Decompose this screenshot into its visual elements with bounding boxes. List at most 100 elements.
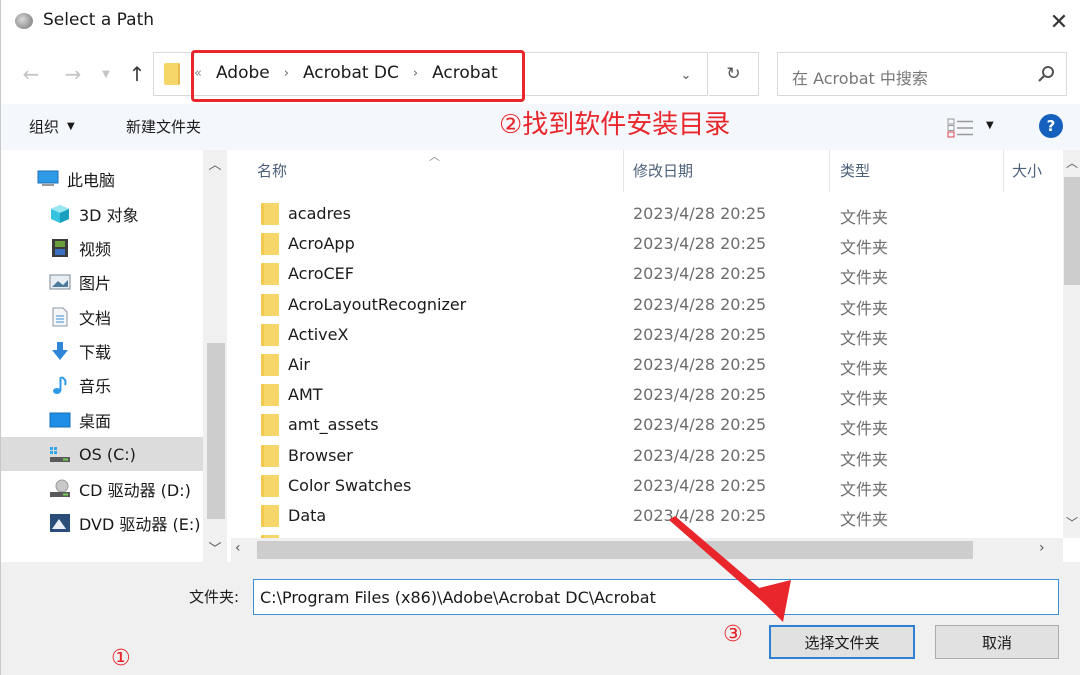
window-title: Select a Path bbox=[43, 10, 155, 30]
file-row[interactable]: Browser 2023/4/28 20:25 文件夹 bbox=[231, 441, 1063, 471]
computer-icon bbox=[37, 170, 59, 186]
file-name: ActiveX bbox=[288, 324, 349, 344]
view-options-icon[interactable] bbox=[947, 118, 975, 138]
pictures-icon bbox=[49, 274, 71, 290]
new-folder-button[interactable]: 新建文件夹 bbox=[126, 116, 201, 137]
scroll-right-icon[interactable]: › bbox=[1039, 540, 1045, 556]
folder-icon bbox=[261, 505, 279, 527]
sidebar-item-label: CD 驱动器 (D:) bbox=[79, 481, 191, 500]
forward-button[interactable]: → bbox=[59, 60, 87, 88]
scroll-up-icon[interactable]: ︿ bbox=[1063, 154, 1080, 171]
file-row[interactable]: AMT 2023/4/28 20:25 文件夹 bbox=[231, 380, 1063, 410]
sidebar-item-cd-drive[interactable]: CD 驱动器 (D:) bbox=[1, 472, 203, 506]
folder-icon bbox=[261, 323, 279, 346]
select-folder-button[interactable]: 选择文件夹 bbox=[769, 625, 915, 659]
file-name: Data bbox=[288, 506, 327, 525]
dvd-drive-icon bbox=[50, 514, 70, 532]
sidebar-item-downloads[interactable]: 下载 bbox=[1, 334, 203, 368]
file-row[interactable]: Data 2023/4/28 20:25 文件夹 bbox=[231, 501, 1063, 531]
sidebar-item-documents[interactable]: 文档 bbox=[1, 300, 203, 334]
annotation-step-3: ③ bbox=[723, 622, 743, 647]
breadcrumb-separator-icon[interactable]: › bbox=[284, 66, 289, 81]
recent-locations-button[interactable]: ▼ bbox=[97, 60, 115, 88]
file-row[interactable]: AcroCEF 2023/4/28 20:25 文件夹 bbox=[231, 259, 1063, 289]
sidebar-item-music[interactable]: 音乐 bbox=[1, 368, 203, 402]
search-icon[interactable] bbox=[1036, 64, 1056, 84]
sidebar-item-desktop[interactable]: 桌面 bbox=[1, 403, 203, 437]
column-header-type[interactable]: 类型 bbox=[840, 160, 870, 181]
column-divider[interactable] bbox=[1003, 150, 1004, 192]
cancel-button[interactable]: 取消 bbox=[935, 625, 1059, 659]
address-bar[interactable]: « Adobe › Acrobat DC › Acrobat ⌄ bbox=[153, 52, 708, 96]
column-header-size[interactable]: 大小 bbox=[1012, 160, 1042, 181]
sidebar-item-drive-c[interactable]: OS (C:) bbox=[1, 437, 203, 471]
file-list-vertical-scrollbar[interactable]: ︿ ﹀ bbox=[1063, 150, 1080, 538]
column-divider[interactable] bbox=[623, 150, 624, 192]
file-date: 2023/4/28 20:25 bbox=[633, 264, 767, 284]
folder-icon bbox=[261, 263, 279, 286]
file-row[interactable]: AcroLayoutRecognizer 2023/4/28 20:25 文件夹 bbox=[231, 290, 1063, 320]
sidebar-item-3d-objects[interactable]: 3D 对象 bbox=[1, 197, 203, 231]
sidebar-item-label: DVD 驱动器 (E:) bbox=[79, 515, 201, 534]
scroll-up-icon[interactable]: ︿ bbox=[203, 154, 227, 176]
scroll-left-icon[interactable]: ‹ bbox=[235, 540, 241, 556]
file-row[interactable]: ActiveX 2023/4/28 20:25 文件夹 bbox=[231, 320, 1063, 350]
folder-icon bbox=[261, 474, 279, 497]
file-row-partial[interactable] bbox=[231, 531, 1063, 538]
breadcrumb-item[interactable]: Adobe bbox=[216, 63, 270, 83]
file-date: 2023/4/28 20:25 bbox=[633, 324, 767, 344]
file-type: 文件夹 bbox=[840, 479, 889, 499]
breadcrumb-separator-icon[interactable]: › bbox=[413, 66, 418, 81]
chevron-down-icon: ▼ bbox=[102, 68, 110, 80]
column-header-name[interactable]: 名称 bbox=[257, 160, 287, 181]
file-row[interactable]: AcroApp 2023/4/28 20:25 文件夹 bbox=[231, 229, 1063, 259]
scroll-down-icon[interactable]: ﹀ bbox=[203, 538, 227, 560]
download-icon bbox=[52, 342, 68, 360]
help-icon[interactable]: ? bbox=[1039, 114, 1063, 138]
organize-menu[interactable]: 组织 ▼ bbox=[29, 116, 75, 137]
up-arrow-icon: ↑ bbox=[128, 62, 146, 86]
sort-ascending-icon: ︿ bbox=[429, 150, 440, 163]
view-dropdown-icon[interactable]: ▼ bbox=[986, 120, 994, 131]
file-row[interactable]: acadres 2023/4/28 20:25 文件夹 bbox=[231, 199, 1063, 229]
file-date: 2023/4/28 20:25 bbox=[633, 294, 767, 314]
desktop-icon bbox=[49, 412, 71, 428]
sidebar-item-this-pc[interactable]: 此电脑 bbox=[1, 162, 203, 196]
scroll-down-icon[interactable]: ﹀ bbox=[1063, 514, 1080, 531]
file-type: 文件夹 bbox=[840, 359, 889, 378]
caret-down-icon: ▼ bbox=[67, 121, 75, 132]
file-date: 2023/4/28 20:25 bbox=[633, 385, 767, 405]
column-header-row: ︿ 名称 修改日期 类型 大小 bbox=[231, 150, 1063, 192]
address-dropdown-button[interactable]: ⌄ bbox=[672, 63, 700, 87]
breadcrumb-item[interactable]: Acrobat bbox=[432, 63, 498, 83]
vertical-scroll-thumb[interactable] bbox=[1064, 177, 1080, 285]
file-name: amt_assets bbox=[288, 415, 379, 435]
sidebar-item-dvd-drive[interactable]: DVD 驱动器 (E:) bbox=[1, 506, 203, 540]
column-header-date[interactable]: 修改日期 bbox=[633, 160, 693, 181]
breadcrumb-overflow[interactable]: « bbox=[194, 66, 202, 81]
up-button[interactable]: ↑ bbox=[123, 60, 151, 88]
organize-label: 组织 bbox=[29, 118, 60, 136]
sidebar-item-pictures[interactable]: 图片 bbox=[1, 265, 203, 299]
sidebar-item-videos[interactable]: 视频 bbox=[1, 231, 203, 265]
sidebar-item-label: 此电脑 bbox=[67, 171, 116, 190]
file-name: Air bbox=[288, 355, 310, 374]
breadcrumb-item[interactable]: Acrobat DC bbox=[303, 63, 399, 83]
folder-icon bbox=[261, 233, 279, 256]
sidebar-scrollbar[interactable]: ︿ ﹀ bbox=[203, 150, 227, 562]
file-row[interactable]: amt_assets 2023/4/28 20:25 文件夹 bbox=[231, 410, 1063, 440]
select-path-dialog: Select a Path ✕ ← → ▼ ↑ « Adobe › Acroba… bbox=[0, 0, 1080, 675]
file-row[interactable]: Color Swatches 2023/4/28 20:25 文件夹 bbox=[231, 471, 1063, 501]
search-input[interactable]: 在 Acrobat 中搜索 bbox=[777, 52, 1067, 96]
file-row[interactable]: Air 2023/4/28 20:25 文件夹 bbox=[231, 350, 1063, 380]
back-arrow-icon: ← bbox=[22, 62, 40, 86]
folder-path-input[interactable] bbox=[253, 579, 1059, 615]
horizontal-scroll-thumb[interactable] bbox=[257, 541, 973, 559]
file-type: 文件夹 bbox=[840, 238, 889, 258]
refresh-button[interactable]: ↻ bbox=[709, 52, 759, 96]
column-divider[interactable] bbox=[829, 150, 830, 192]
close-button[interactable]: ✕ bbox=[1041, 6, 1077, 38]
sidebar-scroll-thumb[interactable] bbox=[207, 343, 225, 519]
back-button[interactable]: ← bbox=[17, 60, 45, 88]
file-list-horizontal-scrollbar[interactable]: ‹ › bbox=[231, 538, 1063, 562]
